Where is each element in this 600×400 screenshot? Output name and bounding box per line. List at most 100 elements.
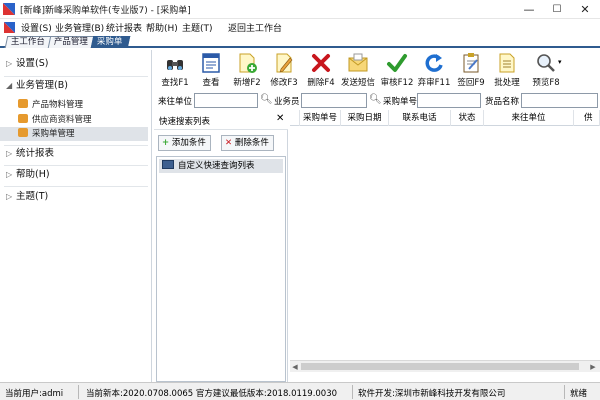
delete-button[interactable]: 删除F4 [304,52,338,90]
purchase-order-grid: 采购单号 采购日期 联系电话 状态 来往单位 供 ◀ ▶ [290,110,600,382]
tab-purchase-order-label: 采购单 [96,37,123,47]
delete-x-icon [310,52,332,74]
scroll-left-icon[interactable]: ◀ [290,362,300,372]
view-form-icon [200,52,222,74]
tab-product-management[interactable]: 产品管理 [47,36,96,48]
salesman-label: 业务员 [274,97,300,107]
batch-icon [496,52,518,74]
sidebar-item-label: 供应商资料管理 [32,115,92,125]
tab-strip: 主工作台 产品管理 采购单 [0,35,600,48]
supplier-input[interactable] [194,93,258,108]
menu-bar: 设置(S) 业务管理(B) 统计报表 帮助(H) 主题(T) 返回主工作台 [0,19,600,35]
status-current-user: 当前用户:admi [5,389,64,399]
column-header-supplier[interactable]: 来往单位 [484,110,574,126]
send-sms-button[interactable]: 发送短信 [340,52,376,90]
menu-help[interactable]: 帮助(H) [146,21,178,34]
horizontal-scrollbar[interactable]: ◀ ▶ [290,360,600,372]
sidebar-section-reports[interactable]: ▷ 统计报表 [0,145,152,163]
sidebar-section-label: 设置(S) [16,58,49,69]
add-condition-button[interactable]: + 添加条件 [158,135,211,151]
menu-business[interactable]: 业务管理(B) [55,21,104,34]
sidebar-section-label: 主题(T) [16,191,49,202]
new-button[interactable]: 新增F2 [230,52,264,90]
sidebar-section-label: 统计报表 [16,148,55,159]
quick-search-list: 自定义快速查询列表 [156,156,286,382]
send-sms-button-label: 发送短信 [340,78,375,88]
sign-back-button-label: 签回F9 [457,78,485,88]
chevron-right-icon: ▷ [6,170,13,179]
find-button[interactable]: 查找F1 [158,52,192,90]
menu-back-to-workbench[interactable]: 返回主工作台 [228,21,282,34]
supplier-label: 来往单位 [158,97,193,107]
delete-condition-button[interactable]: ✕ 删除条件 [221,135,274,151]
clipboard-icon [460,52,482,74]
approve-button[interactable]: 审核F12 [380,52,414,90]
close-window-button[interactable]: ✕ [571,0,599,19]
menu-settings[interactable]: 设置(S) [21,21,52,34]
close-icon[interactable]: ✕ [276,113,284,124]
find-button-label: 查找F1 [161,78,189,88]
window-title: [新峰]新峰采购单软件(专业版7) - [采购单] [20,6,191,16]
column-header-order-date[interactable]: 采购日期 [341,110,389,126]
preview-button-label: 预览F8 [532,78,560,88]
view-button-label: 查看 [202,78,220,88]
goods-name-label: 货品名称 [485,97,520,107]
menu-app-icon [4,22,15,33]
new-document-icon [236,52,258,74]
sidebar-section-label: 帮助(H) [16,169,50,180]
sidebar-item-suppliers[interactable]: 供应商资料管理 [0,113,148,127]
preview-dropdown-icon[interactable]: ▾ [558,58,562,66]
chevron-right-icon: ▷ [6,59,13,68]
status-bar: 当前用户:admi 当前新本:2020.0708.0065 官方建议最低版本:2… [0,382,600,400]
batch-button[interactable]: 批处理 [490,52,524,90]
divider [4,186,148,187]
column-header-order-no[interactable]: 采购单号 [300,110,341,126]
salesman-input[interactable] [301,93,367,108]
menu-theme[interactable]: 主题(T) [182,21,213,34]
view-button[interactable]: 查看 [194,52,228,90]
search-icon[interactable]: 🔍︎ [369,94,382,105]
delete-condition-label: 删除条件 [234,138,269,148]
sidebar-section-business[interactable]: ◢ 业务管理(B) [0,77,152,95]
order-number-input[interactable] [417,93,481,108]
sidebar-item-product-materials[interactable]: 产品物料管理 [0,98,148,112]
envelope-icon [347,52,369,74]
scrollbar-thumb[interactable] [301,363,579,370]
menu-reports[interactable]: 统计报表 [106,21,142,34]
list-item-label: 自定义快速查询列表 [178,161,255,171]
goods-name-input[interactable] [521,93,598,108]
order-number-label: 采购单号 [383,97,418,107]
edit-button[interactable]: 修改F3 [267,52,301,90]
column-header-phone[interactable]: 联系电话 [389,110,451,126]
sign-back-button[interactable]: 签回F9 [454,52,488,90]
sidebar-item-purchase-orders[interactable]: 采购单管理 [0,127,148,141]
quick-search-title: 快速搜索列表 [159,117,211,127]
list-item-icon [162,160,174,169]
divider [352,385,353,399]
approve-button-label: 审核F12 [380,78,414,88]
sidebar-section-theme[interactable]: ▷ 主题(T) [0,188,152,206]
minimize-button[interactable]: — [515,0,543,19]
row-indicator-header [290,110,300,126]
tab-product-management-label: 产品管理 [53,37,88,47]
sidebar-section-label: 业务管理(B) [16,80,68,91]
scroll-right-icon[interactable]: ▶ [588,362,598,372]
sidebar-section-help[interactable]: ▷ 帮助(H) [0,166,152,184]
maximize-button[interactable]: ☐ [543,0,571,19]
list-item[interactable]: 自定义快速查询列表 [159,159,283,173]
search-icon[interactable]: 🔍︎ [260,94,273,105]
unapprove-button[interactable]: 弃审F11 [416,52,452,90]
column-header-supplier-more[interactable]: 供 [574,110,600,126]
folder-icon [18,99,28,108]
new-button-label: 新增F2 [233,78,261,88]
column-header-status[interactable]: 状态 [451,110,484,126]
edit-pencil-icon [273,52,295,74]
sidebar-section-settings[interactable]: ▷ 设置(S) [0,55,152,73]
sidebar: ▷ 设置(S) ◢ 业务管理(B) 产品物料管理 供应商资料管理 采购单管理 ▷ 统计… [0,50,152,382]
tab-purchase-order[interactable]: 采购单 [90,36,130,48]
status-developer: 软件开发:深圳市新峰科技开发有限公司 [358,389,506,399]
delete-button-label: 删除F4 [307,78,335,88]
quick-search-panel: 快速搜索列表 ✕ + 添加条件 ✕ 删除条件 自定义快速查询列表 [154,110,288,382]
title-bar: [新峰]新峰采购单软件(专业版7) - [采购单] — ☐ ✕ [0,0,600,19]
tab-workbench[interactable]: 主工作台 [4,36,53,48]
